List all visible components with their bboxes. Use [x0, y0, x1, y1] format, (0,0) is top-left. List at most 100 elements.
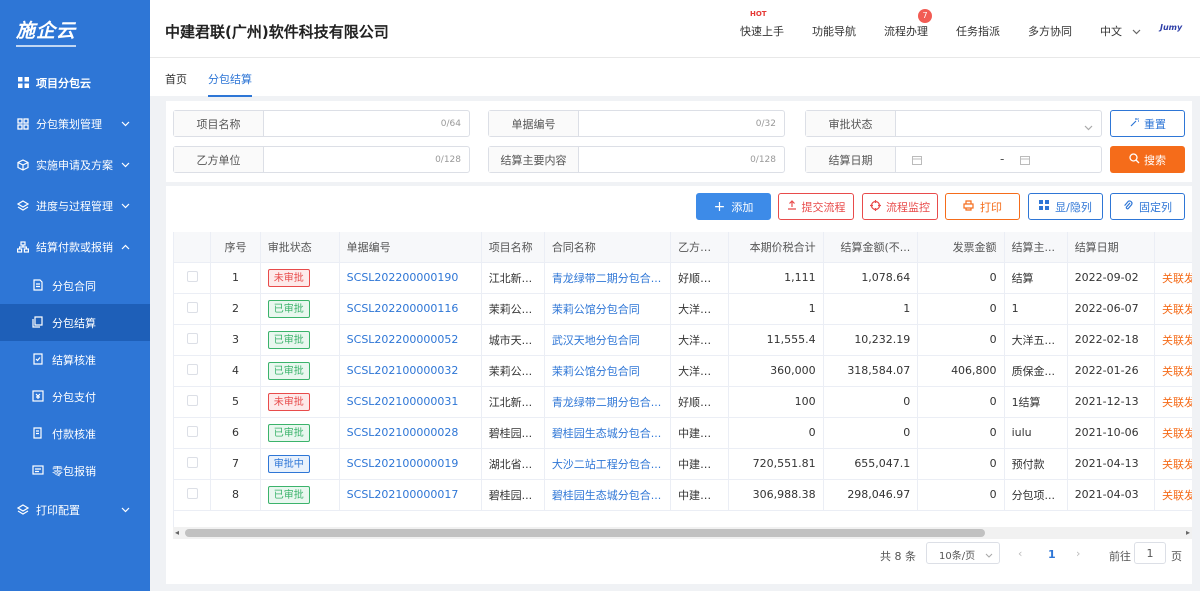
search-button[interactable]: 搜索: [1110, 146, 1185, 173]
contract-link[interactable]: 青龙绿带二期分包合...: [552, 272, 662, 285]
table-row[interactable]: 2 已审批 SCSL202200000116 茉莉公... 茉莉公馆分包合同 大洋五...…: [174, 293, 1192, 325]
contract-link[interactable]: 碧桂园生态城分包合...: [552, 489, 662, 502]
sidebar-item-project-cloud[interactable]: 项目分包云: [0, 62, 150, 103]
file-pen-icon: [32, 426, 46, 441]
row-checkbox[interactable]: [186, 270, 198, 282]
sidebar-subitem-settlement[interactable]: 分包结算: [0, 304, 150, 341]
doc-code-link[interactable]: SCSL202100000031: [347, 395, 459, 408]
sidebar-subitem-reimburse[interactable]: 零包报销: [0, 452, 150, 489]
sidebar-item-progress[interactable]: 进度与过程管理: [0, 185, 150, 226]
show-hide-columns-button[interactable]: 显/隐列: [1028, 193, 1103, 220]
sidebar-item-implementation[interactable]: 实施申请及方案: [0, 144, 150, 185]
doc-code-link[interactable]: SCSL202100000028: [347, 426, 459, 439]
print-button[interactable]: 打印: [945, 193, 1020, 220]
column-header: 合同名称: [544, 232, 672, 263]
tab-settlement[interactable]: 分包结算: [208, 71, 252, 97]
contract-link[interactable]: 武汉天地分包合同: [552, 334, 640, 347]
project-name-input[interactable]: 0/64: [264, 111, 469, 136]
next-page-icon[interactable]: ›: [1076, 547, 1080, 560]
contract-link[interactable]: 茉莉公馆分包合同: [552, 365, 640, 378]
cell-amount: 1,078.64: [823, 262, 919, 294]
cell-project: 湖北省...: [481, 448, 545, 480]
row-checkbox[interactable]: [186, 487, 198, 499]
cell-contract: 青龙绿带二期分包合...: [544, 262, 672, 294]
sidebar-subitem-approve[interactable]: 结算核准: [0, 341, 150, 378]
link-invoice-button[interactable]: 关联发票: [1162, 396, 1192, 409]
sidebar-item-label: 打印配置: [36, 503, 80, 517]
contract-link[interactable]: 青龙绿带二期分包合...: [552, 396, 662, 409]
cell-amount: 318,584.07: [823, 355, 919, 387]
target-icon: [870, 199, 881, 214]
language-select[interactable]: 中文: [1100, 23, 1141, 39]
doc-no-input[interactable]: 0/32: [579, 111, 784, 136]
nav-collaboration[interactable]: 多方协同: [1028, 23, 1072, 39]
table-row[interactable]: 6 已审批 SCSL202100000028 碧桂园... 碧桂园生态城分包合... 中建…: [174, 417, 1192, 449]
flow-monitor-button[interactable]: 流程监控: [862, 193, 938, 220]
reset-button[interactable]: 重置: [1110, 110, 1185, 137]
scroll-right-icon[interactable]: ▸: [1186, 528, 1190, 537]
table-row[interactable]: 7 审批中 SCSL202100000019 湖北省... 大沙二站工程分包合... 中建…: [174, 448, 1192, 480]
link-invoice-button[interactable]: 关联发票: [1162, 303, 1192, 316]
sidebar-subitem-pay-approve[interactable]: 付款核准: [0, 415, 150, 452]
cell-content: iulu: [1004, 417, 1068, 449]
table-row[interactable]: 4 已审批 SCSL202100000032 茉莉公... 茉莉公馆分包合同 大洋五...…: [174, 355, 1192, 387]
main-content-field: 结算主要内容 0/128: [488, 146, 785, 173]
contract-link[interactable]: 茉莉公馆分包合同: [552, 303, 640, 316]
nav-function-guide[interactable]: 功能导航: [812, 23, 856, 39]
doc-code-link[interactable]: SCSL202200000116: [347, 302, 459, 315]
contract-link[interactable]: 大沙二站工程分包合...: [552, 458, 662, 471]
sidebar-subitem-contract[interactable]: 分包合同: [0, 267, 150, 304]
link-invoice-button[interactable]: 关联发票: [1162, 489, 1192, 502]
doc-code-link[interactable]: SCSL202100000019: [347, 457, 459, 470]
link-invoice-button[interactable]: 关联发票: [1162, 365, 1192, 378]
scrollbar-thumb[interactable]: [185, 529, 985, 537]
horizontal-scrollbar[interactable]: ◂ ▸: [173, 527, 1192, 539]
table-row[interactable]: 8 已审批 SCSL202100000017 碧桂园... 碧桂园生态城分包合... 中建…: [174, 479, 1192, 511]
table-row[interactable]: 1 未审批 SCSL202200000190 江北新... 青龙绿带二期分包合... 好顺…: [174, 262, 1192, 294]
column-header: 结算金额(不...: [823, 232, 919, 263]
link-invoice-button[interactable]: 关联发票: [1162, 458, 1192, 471]
row-checkbox-cell: [174, 355, 212, 387]
nav-task-assign[interactable]: 任务指派: [956, 23, 1000, 39]
page-size-select[interactable]: 10条/页: [926, 542, 1000, 564]
goto-page-input[interactable]: 1: [1134, 542, 1166, 564]
sidebar-item-print-config[interactable]: 打印配置: [0, 489, 150, 530]
nav-quick-start[interactable]: HOT 快速上手: [740, 10, 784, 39]
row-checkbox[interactable]: [186, 301, 198, 313]
table-row[interactable]: 5 未审批 SCSL202100000031 江北新... 青龙绿带二期分包合... 好顺…: [174, 386, 1192, 418]
cell-party: 中建君...: [670, 417, 729, 449]
party-b-input[interactable]: 0/128: [264, 147, 469, 172]
doc-code-link[interactable]: SCSL202200000052: [347, 333, 459, 346]
settle-date-range[interactable]: -: [896, 147, 1101, 172]
page-number[interactable]: 1: [1048, 548, 1056, 561]
doc-code-link[interactable]: SCSL202200000190: [347, 271, 459, 284]
doc-code-link[interactable]: SCSL202100000032: [347, 364, 459, 377]
row-checkbox[interactable]: [186, 425, 198, 437]
link-invoice-button[interactable]: 关联发票: [1162, 427, 1192, 440]
scroll-left-icon[interactable]: ◂: [175, 528, 179, 537]
fix-column-button[interactable]: 固定列: [1110, 193, 1185, 220]
submit-flow-button[interactable]: 提交流程: [778, 193, 854, 220]
column-header: 乙方单位: [670, 232, 729, 263]
tab-home[interactable]: 首页: [165, 71, 187, 87]
sidebar-item-planning[interactable]: 分包策划管理: [0, 103, 150, 144]
sidebar-item-settlement[interactable]: 结算付款或报销: [0, 226, 150, 267]
add-button[interactable]: + 添加: [696, 193, 771, 220]
contract-link[interactable]: 碧桂园生态城分包合...: [552, 427, 662, 440]
row-checkbox[interactable]: [186, 394, 198, 406]
table-row[interactable]: 3 已审批 SCSL202200000052 城市天... 武汉天地分包合同 大洋五...…: [174, 324, 1192, 356]
sidebar-subitem-payment[interactable]: 分包支付: [0, 378, 150, 415]
cell-status: 已审批: [260, 479, 340, 511]
doc-code-link[interactable]: SCSL202100000017: [347, 488, 459, 501]
main-content-input[interactable]: 0/128: [579, 147, 784, 172]
prev-page-icon[interactable]: ‹: [1018, 547, 1022, 560]
cell-op: 关联发票: [1154, 417, 1192, 449]
row-checkbox[interactable]: [186, 332, 198, 344]
link-invoice-button[interactable]: 关联发票: [1162, 272, 1192, 285]
nav-process[interactable]: 7 流程办理: [884, 9, 932, 39]
link-invoice-button[interactable]: 关联发票: [1162, 334, 1192, 347]
row-checkbox[interactable]: [186, 363, 198, 375]
approval-status-select[interactable]: [896, 111, 1101, 136]
row-checkbox[interactable]: [186, 456, 198, 468]
document-stack-icon: [32, 315, 46, 330]
